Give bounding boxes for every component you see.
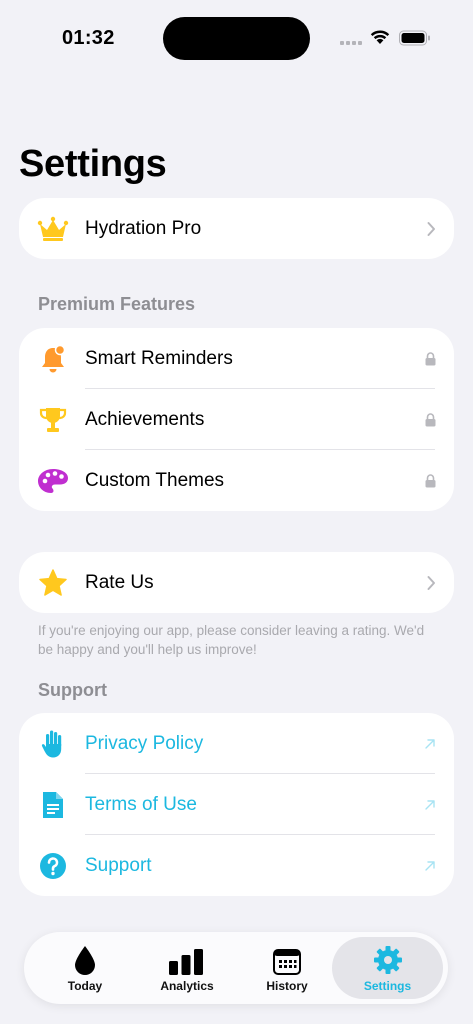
tab-label: History	[266, 979, 308, 993]
drop-icon	[74, 943, 96, 975]
premium-features-header: Premium Features	[38, 294, 196, 314]
chevron-right-icon	[427, 221, 436, 236]
tab-today[interactable]: Today	[42, 937, 128, 999]
tab-label: Settings	[363, 979, 412, 993]
smart-reminders-label: Smart Reminders	[85, 347, 233, 369]
rate-us-card[interactable]: Rate Us	[19, 552, 454, 613]
palette-icon	[37, 465, 69, 497]
rate-us-label: Rate Us	[85, 571, 154, 593]
support-card: Privacy Policy Terms of Use Support	[19, 713, 454, 896]
achievements-row[interactable]: Achievements	[19, 389, 454, 450]
external-link-arrow-icon	[424, 738, 436, 750]
status-time: 01:32	[62, 27, 115, 49]
custom-themes-row[interactable]: Custom Themes	[19, 450, 454, 511]
tab-label: Today	[67, 979, 103, 993]
dynamic-island	[163, 17, 310, 60]
support-header: Support	[38, 680, 107, 700]
question-circle-icon	[37, 850, 69, 882]
external-link-arrow-icon	[424, 799, 436, 811]
rate-us-footnote: If you're enjoying our app, please consi…	[38, 623, 425, 657]
gear-icon	[373, 943, 403, 975]
achievements-label: Achievements	[85, 408, 205, 430]
tab-history[interactable]: History	[244, 937, 330, 999]
tab-label: Analytics	[160, 979, 214, 993]
terms-of-use-link[interactable]: Terms of Use	[85, 794, 197, 816]
cellular-signal-icon	[340, 41, 362, 45]
terms-of-use-row[interactable]: Terms of Use	[19, 774, 454, 835]
status-bar: 01:32	[0, 0, 473, 70]
smart-reminders-row[interactable]: Smart Reminders	[19, 328, 454, 389]
rate-us-row[interactable]: Rate Us	[19, 552, 454, 613]
hydration-pro-card[interactable]: Hydration Pro	[19, 198, 454, 259]
hydration-pro-row[interactable]: Hydration Pro	[19, 198, 454, 259]
tab-bar: Today Analytics History Settings	[24, 932, 448, 1004]
support-link[interactable]: Support	[85, 855, 152, 877]
lock-icon	[425, 351, 436, 366]
premium-features-card: Smart Reminders Achievements Custom Them…	[19, 328, 454, 511]
external-link-arrow-icon	[424, 860, 436, 872]
page-title: Settings	[19, 143, 167, 185]
star-icon	[37, 567, 69, 599]
privacy-policy-row[interactable]: Privacy Policy	[19, 713, 454, 774]
hand-raised-icon	[37, 728, 69, 760]
tab-settings[interactable]: Settings	[332, 937, 443, 999]
tab-analytics[interactable]: Analytics	[144, 937, 230, 999]
trophy-icon	[37, 404, 69, 436]
document-icon	[37, 789, 69, 821]
battery-icon	[399, 30, 430, 46]
chevron-right-icon	[427, 575, 436, 590]
privacy-policy-link[interactable]: Privacy Policy	[85, 733, 203, 755]
lock-icon	[425, 412, 436, 427]
crown-icon	[37, 213, 69, 245]
calendar-icon	[273, 943, 301, 975]
custom-themes-label: Custom Themes	[85, 469, 225, 491]
bar-chart-icon	[169, 943, 205, 975]
support-row[interactable]: Support	[19, 835, 454, 896]
hydration-pro-label: Hydration Pro	[85, 217, 202, 239]
bell-badge-icon	[37, 343, 69, 375]
wifi-icon	[370, 30, 390, 44]
lock-icon	[425, 473, 436, 488]
